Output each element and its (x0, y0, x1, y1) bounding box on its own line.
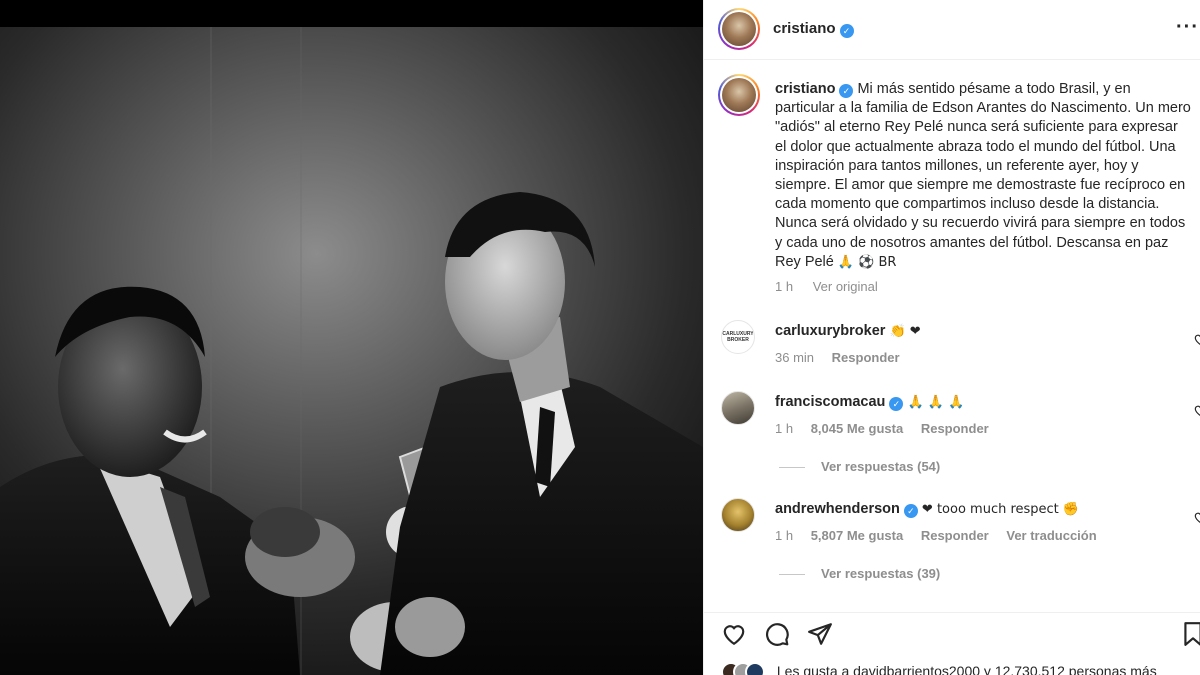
see-original-link[interactable]: Ver original (813, 279, 878, 294)
comment-time[interactable]: 1 h (775, 528, 793, 543)
comment-meta: 1 h 8,045 Me gusta Responder (775, 421, 1003, 436)
comment-username[interactable]: andrewhenderson (775, 501, 900, 517)
view-replies-button[interactable]: Ver respuestas (54) (779, 459, 940, 474)
likes-summary-text: Les gusta a davidbarrientos2000 y 12.730… (776, 662, 1157, 675)
comment-body: 🙏 🙏 🙏 (907, 395, 965, 410)
replies-divider (779, 574, 805, 576)
view-replies-button[interactable]: Ver respuestas (39) (779, 566, 940, 581)
comment-avatar[interactable]: CARLUXURY BROKER (721, 320, 755, 354)
caption-body: Mi más sentido pésame a todo Brasil, y e… (775, 81, 1191, 270)
caption-time[interactable]: 1 h (775, 279, 793, 294)
caption-emojis: 🙏 ⚽ BR (837, 254, 897, 270)
likes-summary[interactable]: Les gusta a davidbarrientos2000 y 12.730… (721, 662, 1157, 675)
bookmark-icon[interactable] (1180, 621, 1200, 647)
view-replies-label[interactable]: Ver respuestas (39) (821, 566, 940, 581)
comment-meta: 36 min Responder (775, 350, 914, 365)
comment-username[interactable]: carluxurybroker (775, 323, 885, 339)
see-translation-link[interactable]: Ver traducción (1006, 528, 1096, 543)
comment-time[interactable]: 1 h (775, 421, 793, 436)
share-icon[interactable] (807, 621, 833, 647)
comment-body: ❤ tooo much respect ✊ (921, 502, 1080, 517)
caption-username[interactable]: cristiano (775, 81, 835, 97)
avatar-logo-text: CARLUXURY BROKER (722, 331, 754, 343)
author-avatar[interactable] (718, 8, 760, 50)
caption-meta: 1 h Ver original (775, 279, 894, 294)
comment-text: franciscomacau ✓ 🙏 🙏 🙏 (775, 394, 964, 411)
author-username[interactable]: cristiano ✓ (773, 20, 854, 38)
comment-likes[interactable]: 8,045 Me gusta (811, 421, 904, 436)
reply-button[interactable]: Responder (921, 528, 989, 543)
replies-divider (779, 467, 805, 469)
comment-text: andrewhenderson ✓ ❤ tooo much respect ✊ (775, 501, 1079, 518)
photo-illustration (0, 27, 703, 675)
verified-badge-icon: ✓ (903, 504, 918, 518)
reply-button[interactable]: Responder (921, 421, 989, 436)
verified-badge-icon: ✓ (839, 24, 854, 38)
comment-text: carluxurybroker 👏 ❤ (775, 323, 921, 339)
post-photo (0, 27, 703, 675)
comment-like-heart-icon[interactable] (1193, 332, 1200, 346)
comment-meta: 1 h 5,807 Me gusta Responder Ver traducc… (775, 528, 1111, 543)
comment-time[interactable]: 36 min (775, 350, 814, 365)
post-header: cristiano ✓ ··· (704, 0, 1200, 60)
comment-username[interactable]: franciscomacau (775, 394, 885, 410)
more-horizontal-icon[interactable]: ··· (1176, 16, 1199, 39)
comment-like-heart-icon[interactable] (1193, 403, 1200, 417)
comment-like-heart-icon[interactable] (1193, 510, 1200, 524)
post-media[interactable] (0, 0, 703, 675)
comment-avatar[interactable] (721, 498, 755, 532)
liker-avatar (745, 662, 765, 675)
action-bar (704, 612, 1200, 652)
verified-badge-icon: ✓ (889, 397, 904, 411)
caption-avatar[interactable] (718, 74, 760, 116)
heart-icon[interactable] (721, 621, 747, 647)
reply-button[interactable]: Responder (832, 350, 900, 365)
post-panel: cristiano ✓ ··· cristiano ✓ Mi más sentido… (703, 0, 1200, 675)
comment-icon[interactable] (764, 621, 790, 647)
view-replies-label[interactable]: Ver respuestas (54) (821, 459, 940, 474)
verified-badge-icon: ✓ (839, 84, 854, 98)
comment-likes[interactable]: 5,807 Me gusta (811, 528, 904, 543)
comment-avatar[interactable] (721, 391, 755, 425)
caption-text: cristiano ✓ Mi más sentido pésame a todo … (775, 80, 1191, 272)
author-username-text[interactable]: cristiano (773, 20, 836, 37)
comment-body: 👏 ❤ (889, 324, 921, 339)
